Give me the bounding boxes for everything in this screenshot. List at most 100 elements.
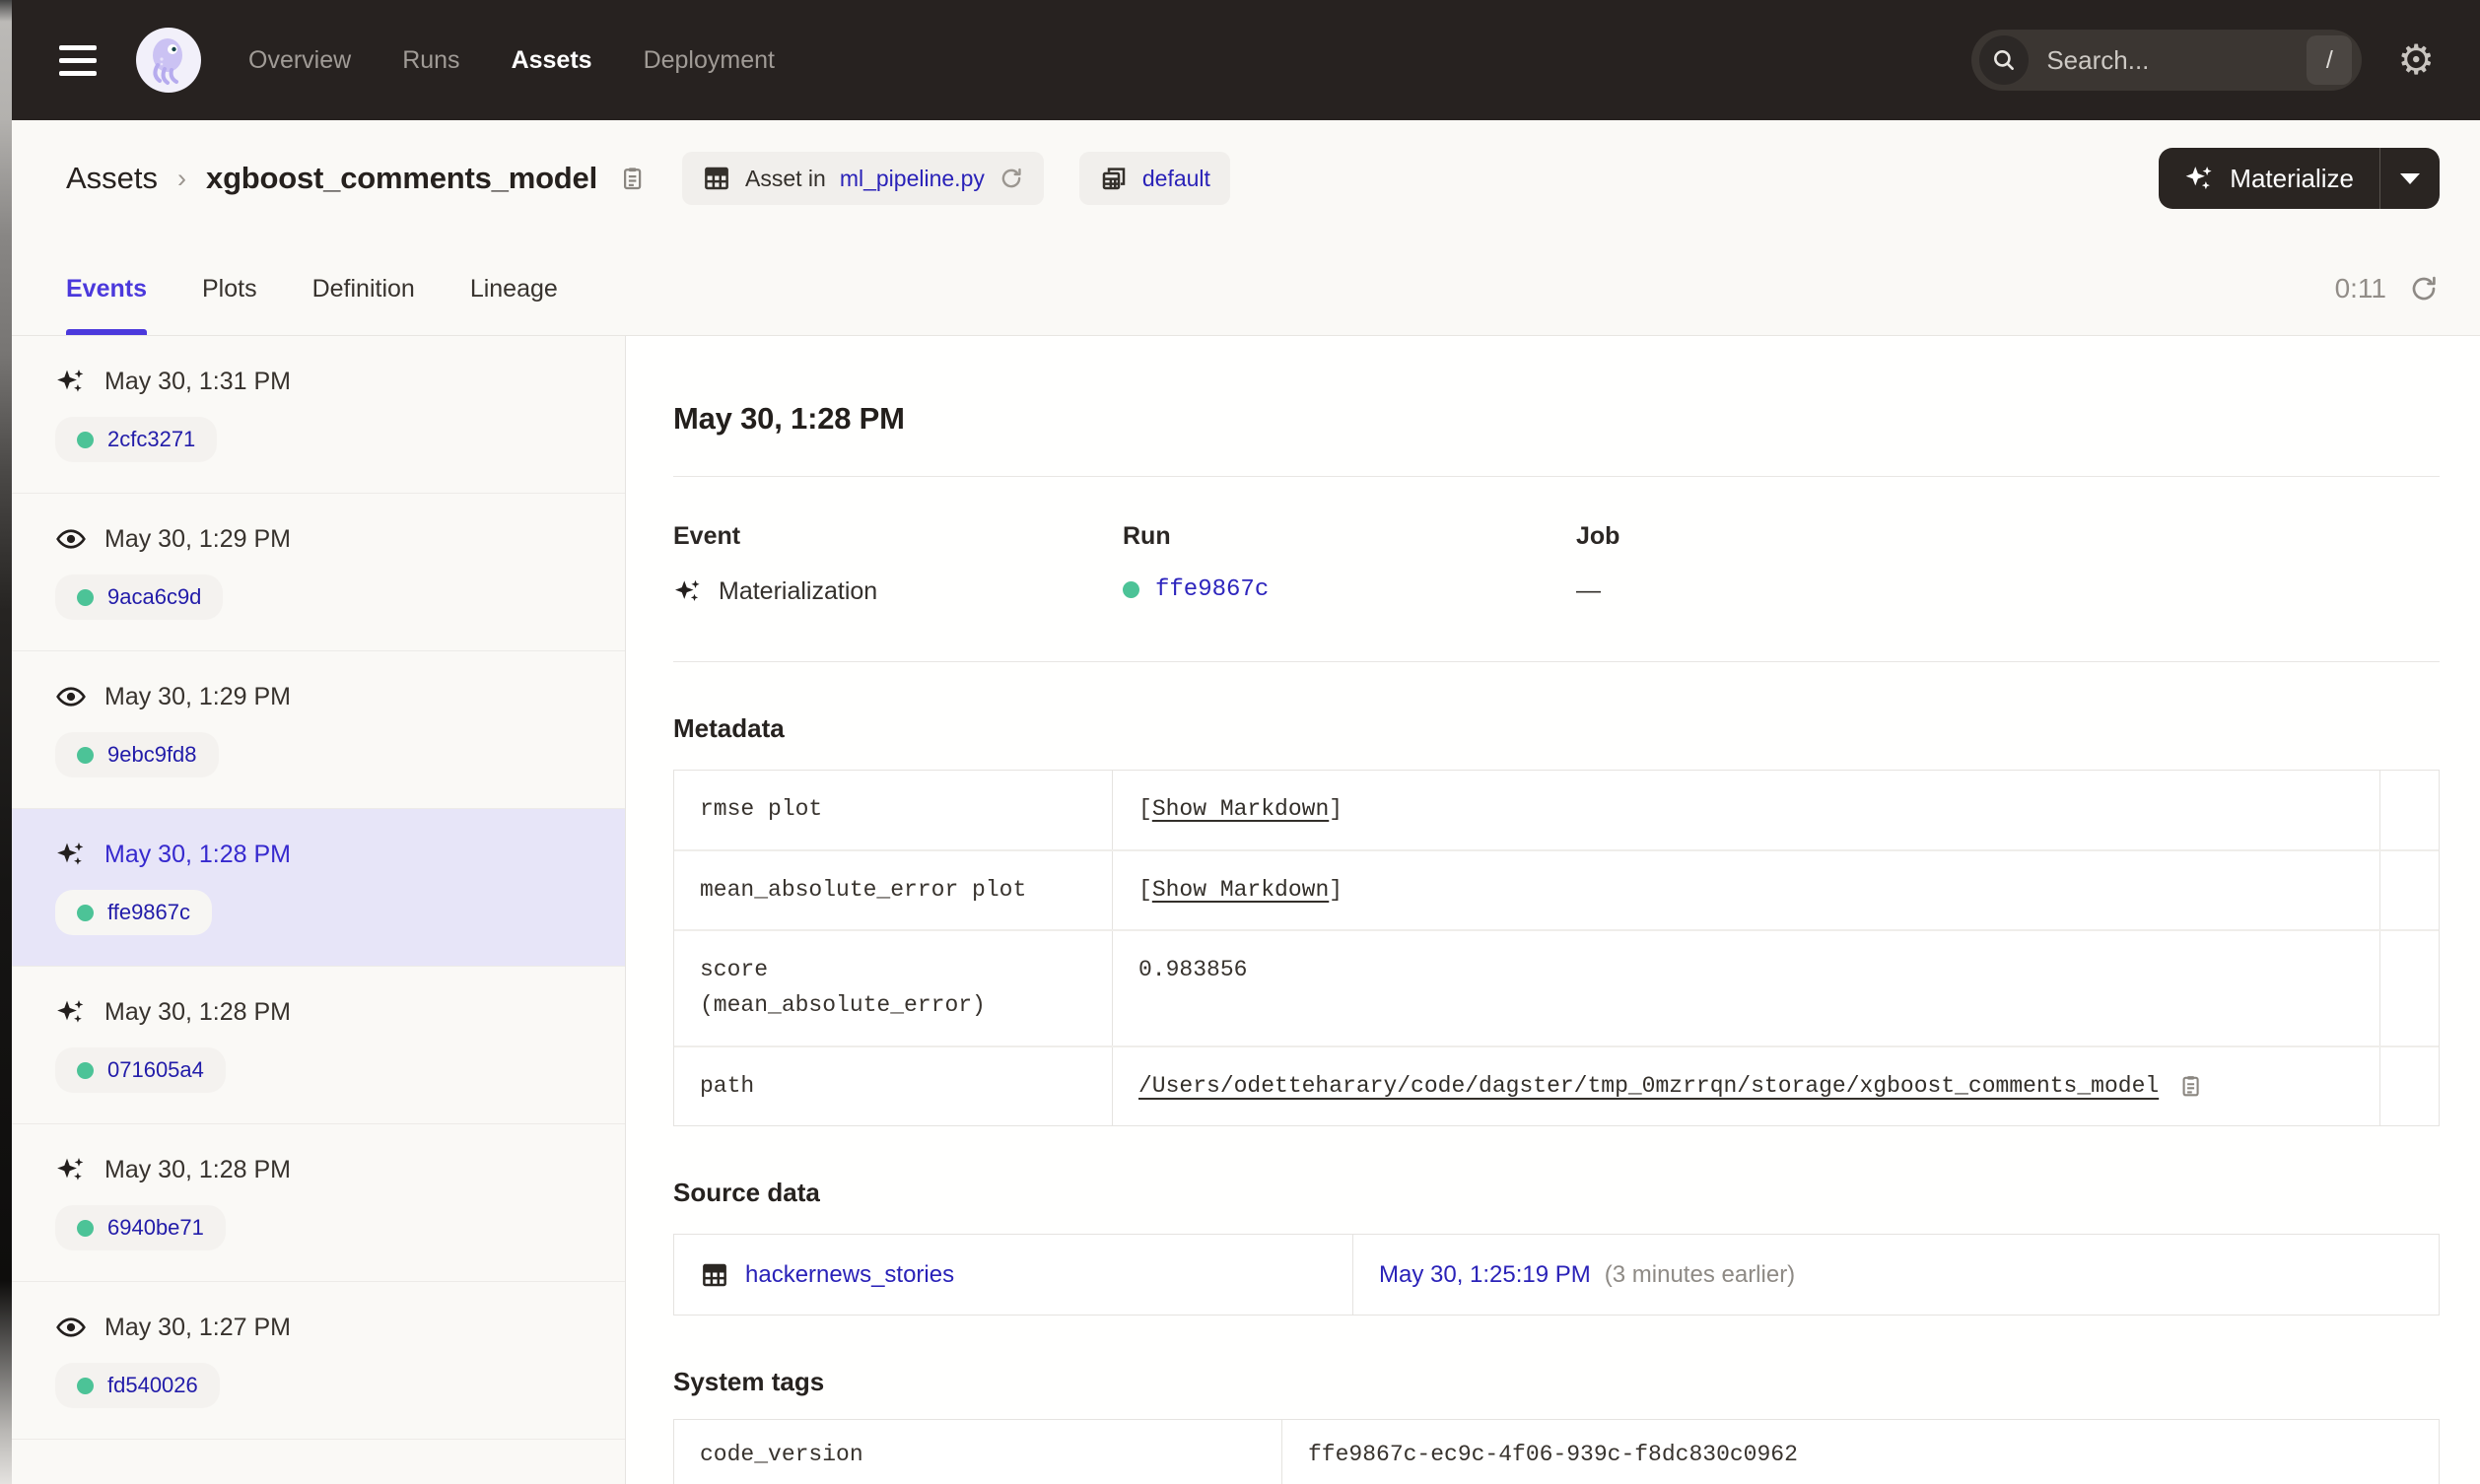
code-location-prefix: Asset in	[745, 165, 826, 191]
menu-icon[interactable]	[59, 44, 97, 76]
run-pill[interactable]: 9ebc9fd8	[55, 732, 219, 777]
sparkle-icon	[2184, 164, 2214, 193]
event-list-item[interactable]: May 30, 1:28 PM 6940be71	[12, 1124, 625, 1282]
event-list-item[interactable]: May 30, 1:31 PM 2cfc3271	[12, 336, 625, 494]
source-data-row: hackernews_stories May 30, 1:25:19 PM (3…	[674, 1235, 2439, 1315]
system-tags-heading: System tags	[673, 1367, 825, 1397]
run-status-dot	[77, 1061, 94, 1079]
materialize-split-button: Materialize	[2159, 148, 2440, 209]
run-link[interactable]: ffe9867c	[107, 900, 190, 925]
metadata-key: score (mean_absolute_error)	[700, 957, 986, 1018]
run-status-dot	[77, 431, 94, 448]
nav-item-deployment[interactable]: Deployment	[644, 46, 775, 75]
event-detail-panel: May 30, 1:28 PM Event Materialization Ru…	[626, 336, 2480, 1484]
nav-item-runs[interactable]: Runs	[402, 46, 459, 75]
path-link[interactable]: /Users/odetteharary/code/dagster/tmp_0mz…	[1138, 1069, 2159, 1105]
metadata-row: path /Users/odetteharary/code/dagster/tm…	[674, 1045, 2439, 1126]
run-link[interactable]: 9ebc9fd8	[107, 742, 197, 768]
run-link[interactable]: 071605a4	[107, 1057, 204, 1083]
global-search[interactable]: /	[1971, 30, 2363, 91]
run-pill[interactable]: 2cfc3271	[55, 417, 218, 462]
metadata-row-actions	[2379, 850, 2439, 930]
table-grid-icon	[700, 1260, 729, 1290]
tab-events[interactable]: Events	[66, 236, 147, 335]
run-status-dot	[77, 588, 94, 606]
materialize-button[interactable]: Materialize	[2159, 148, 2379, 209]
run-pill[interactable]: 071605a4	[55, 1047, 226, 1093]
event-list: May 30, 1:31 PM 2cfc3271 May 30, 1:29 PM	[12, 336, 626, 1484]
tab-lineage[interactable]: Lineage	[470, 236, 558, 335]
nav-item-overview[interactable]: Overview	[248, 46, 351, 75]
code-location-chip[interactable]: Asset in ml_pipeline.py	[682, 152, 1044, 205]
system-tags-section: System tags code_version ffe9867c-ec9c-4…	[673, 1367, 2440, 1484]
tab-definition[interactable]: Definition	[312, 236, 415, 335]
source-timestamp-link[interactable]: May 30, 1:25:19 PM	[1379, 1256, 1591, 1293]
source-time-note: (3 minutes earlier)	[1604, 1261, 1796, 1289]
asset-tabs: Events Plots Definition Lineage 0:11	[12, 236, 2480, 336]
source-asset-link[interactable]: hackernews_stories	[745, 1256, 954, 1293]
run-status-dot	[77, 1377, 94, 1394]
breadcrumb-assets-link[interactable]: Assets	[66, 161, 158, 196]
refresh-icon[interactable]	[2408, 273, 2440, 304]
markdown-bracket: ]	[1329, 876, 1343, 903]
job-value: —	[1576, 576, 1601, 604]
system-tags-table: code_version ffe9867c-ec9c-4f06-939c-f8d…	[673, 1419, 2440, 1484]
observation-icon	[55, 1312, 87, 1343]
source-data-section: Source data hackernews_stories May 30, 1…	[673, 1178, 2440, 1316]
materialization-icon	[55, 366, 87, 397]
run-status-dot	[77, 904, 94, 921]
settings-gear-icon[interactable]: ⚙	[2397, 39, 2435, 81]
job-column: Job —	[1576, 522, 2440, 606]
materialization-icon	[55, 1154, 87, 1185]
metadata-key: mean_absolute_error plot	[700, 876, 1027, 903]
event-list-item[interactable]: May 30, 1:27 PM fd540026	[12, 1282, 625, 1440]
materialize-options-button[interactable]	[2380, 148, 2440, 209]
markdown-bracket: [	[1138, 796, 1152, 822]
copy-asset-name-icon[interactable]	[617, 164, 647, 193]
run-link[interactable]: ffe9867c	[1155, 576, 1269, 603]
code-location-link[interactable]: ml_pipeline.py	[840, 166, 985, 192]
run-pill[interactable]: 6940be71	[55, 1205, 226, 1250]
asset-context-chips: Asset in ml_pipeline.py default	[682, 152, 1230, 205]
show-markdown-link[interactable]: Show Markdown	[1152, 792, 1329, 828]
run-pill[interactable]: fd540026	[55, 1363, 220, 1408]
run-link[interactable]: 9aca6c9d	[107, 584, 201, 610]
event-list-item[interactable]: May 30, 1:28 PM 071605a4	[12, 967, 625, 1124]
search-input[interactable]	[2044, 43, 2308, 77]
run-link[interactable]: 6940be71	[107, 1215, 204, 1241]
materialization-icon	[55, 996, 87, 1028]
reload-code-location-icon[interactable]	[999, 166, 1024, 191]
source-data-table: hackernews_stories May 30, 1:25:19 PM (3…	[673, 1234, 2440, 1316]
metadata-heading: Metadata	[673, 713, 785, 743]
event-list-item[interactable]: May 30, 1:29 PM 9aca6c9d	[12, 494, 625, 651]
chevron-down-icon	[2400, 172, 2420, 184]
asset-group-chip[interactable]: default	[1078, 152, 1230, 205]
run-pill[interactable]: 9aca6c9d	[55, 574, 224, 620]
event-time: May 30, 1:29 PM	[104, 682, 291, 710]
event-list-item[interactable]: May 30, 1:29 PM 9ebc9fd8	[12, 651, 625, 809]
metadata-value: 0.983856	[1112, 931, 2379, 1046]
octopus-logo-icon	[140, 32, 197, 89]
dagster-logo[interactable]	[136, 28, 201, 93]
markdown-bracket: ]	[1329, 796, 1343, 822]
metadata-row-actions	[2379, 931, 2439, 1046]
asset-group-link[interactable]: default	[1142, 166, 1210, 192]
run-link[interactable]: fd540026	[107, 1373, 198, 1398]
metadata-row: mean_absolute_error plot [Show Markdown]	[674, 848, 2439, 930]
divider	[673, 476, 2440, 477]
run-link[interactable]: 2cfc3271	[107, 427, 195, 452]
nav-item-assets[interactable]: Assets	[512, 46, 592, 75]
breadcrumb: Assets › xgboost_comments_model	[66, 161, 647, 196]
materialization-icon	[55, 839, 87, 870]
event-type-value: Materialization	[719, 576, 878, 605]
divider	[673, 661, 2440, 662]
tab-plots[interactable]: Plots	[202, 236, 257, 335]
show-markdown-link[interactable]: Show Markdown	[1152, 873, 1329, 909]
markdown-bracket: [	[1138, 876, 1152, 903]
event-list-item-selected[interactable]: May 30, 1:28 PM ffe9867c	[12, 809, 625, 967]
run-column: Run ffe9867c	[1123, 522, 1576, 606]
run-pill[interactable]: ffe9867c	[55, 890, 213, 935]
top-navigation-bar: Overview Runs Assets Deployment / ⚙	[12, 0, 2480, 120]
copy-path-icon[interactable]	[2176, 1072, 2204, 1100]
page-header: Assets › xgboost_comments_model Asset in…	[12, 120, 2480, 236]
